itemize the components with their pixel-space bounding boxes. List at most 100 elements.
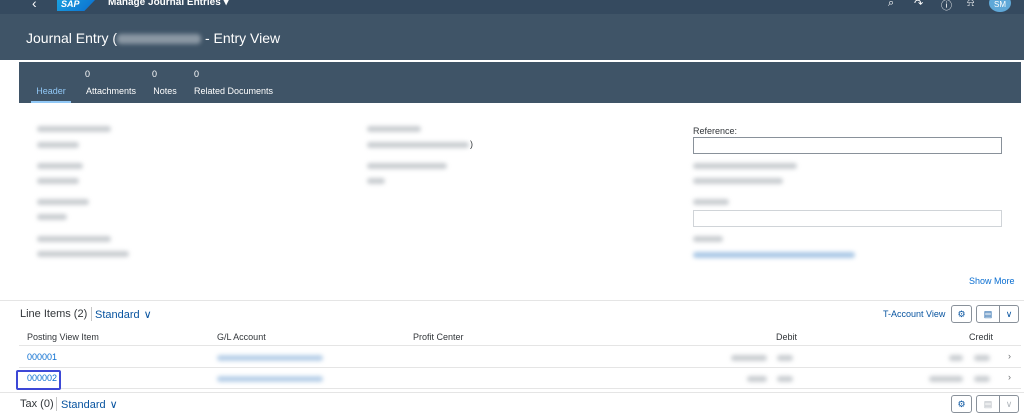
header-text-input[interactable] (693, 210, 1002, 227)
tab-label: Attachments (85, 86, 137, 96)
title-prefix: Journal Entry ( (26, 30, 118, 46)
divider (56, 397, 57, 411)
page-title: Journal Entry ( - Entry View (26, 30, 280, 46)
blurred-currency (974, 376, 990, 382)
tax-export-button[interactable]: ▤ (976, 395, 1000, 413)
tab-count: 0 (152, 69, 158, 79)
t-account-view-button[interactable]: T-Account View (883, 309, 945, 319)
sap-logo[interactable]: SAP (57, 0, 95, 11)
tax-settings-button[interactable]: ⚙ (951, 395, 972, 413)
tax-variant-selector[interactable]: Standard ∨ (61, 398, 118, 411)
line-items-table-header: Posting View Item G/L Account Profit Cen… (19, 329, 1021, 346)
blurred-value (37, 178, 79, 184)
tab-count: 0 (194, 69, 200, 79)
tab-label: Related Documents (194, 86, 274, 96)
blurred-credit (929, 376, 963, 382)
logo-text: SAP (61, 0, 80, 9)
blurred-value (37, 142, 79, 148)
tab-label: Header (36, 86, 66, 96)
chevron-down-icon: ▾ (223, 0, 229, 8)
variant-selector[interactable]: Standard ∨ (95, 308, 152, 321)
chevron-down-icon: ∨ (1005, 399, 1013, 409)
back-icon[interactable]: ‹ (32, 0, 37, 11)
column-header[interactable]: G/L Account (217, 332, 266, 342)
tax-title: Tax (0) (20, 398, 54, 410)
variant-label: Standard (61, 399, 106, 411)
blurred-currency (777, 355, 793, 361)
tab-attachments[interactable]: 0 Attachments (85, 62, 137, 103)
export-icon: ▤ (983, 399, 993, 409)
tax-export-menu-button[interactable]: ∨ (999, 395, 1019, 413)
blurred-debit (731, 355, 767, 361)
shell-bar: ‹ SAP Manage Journal Entries ▾ ⌕ ↷ ⓘ ⍾ S… (0, 0, 1024, 14)
chevron-down-icon: ∨ (143, 309, 152, 321)
blurred-label (37, 199, 89, 205)
table-row[interactable]: 000002 › (19, 368, 1021, 389)
gear-icon: ⚙ (957, 309, 966, 319)
gear-icon: ⚙ (957, 399, 966, 409)
blurred-label (367, 126, 421, 132)
export-button[interactable]: ▤ (976, 305, 1000, 323)
chevron-down-icon: ∨ (109, 399, 118, 411)
tab-header[interactable]: Header (31, 62, 71, 103)
redacted-document-number (117, 34, 202, 45)
search-icon[interactable]: ⌕ (888, 0, 894, 10)
focus-highlight (16, 370, 61, 390)
blurred-gl-account[interactable] (217, 376, 323, 382)
blurred-currency (974, 355, 990, 361)
blurred-label (693, 199, 729, 205)
tax-toolbar: Tax (0) Standard ∨ ⚙ ▤ ∨ (0, 392, 1024, 414)
tab-label: Notes (153, 86, 177, 96)
blurred-value (367, 142, 469, 148)
blurred-debit (747, 376, 767, 382)
blurred-label (693, 163, 797, 169)
variant-label: Standard (95, 309, 140, 321)
blurred-credit (949, 355, 963, 361)
line-items-toolbar: Line Items (2) Standard ∨ T-Account View … (0, 300, 1024, 326)
column-header[interactable]: Credit (969, 332, 993, 342)
tab-count: 0 (85, 69, 91, 79)
header-section: ) Reference: Show More (19, 103, 1021, 296)
column-header[interactable]: Posting View Item (27, 332, 99, 342)
export-icon: ▤ (983, 309, 993, 319)
blurred-label (37, 163, 83, 169)
posting-view-item-link[interactable]: 000001 (27, 352, 57, 362)
export-menu-button[interactable]: ∨ (999, 305, 1019, 323)
paren-close: ) (470, 139, 473, 149)
show-more-link[interactable]: Show More (969, 276, 1015, 286)
blurred-label (367, 163, 447, 169)
reference-label: Reference: (693, 126, 738, 136)
row-navigation-icon[interactable]: › (1008, 372, 1011, 382)
bell-icon[interactable]: ⍾ (967, 0, 974, 10)
tab-bar: Header 0 Attachments 0 Notes 0 Related D… (19, 62, 1021, 103)
table-row[interactable]: 000001 › (19, 347, 1021, 368)
title-suffix: - Entry View (204, 30, 281, 46)
app-title: Manage Journal Entries (108, 0, 221, 8)
chevron-down-icon: ∨ (1005, 309, 1013, 319)
info-icon[interactable]: ⓘ (941, 0, 952, 13)
column-header[interactable]: Debit (776, 332, 797, 342)
row-navigation-icon[interactable]: › (1008, 351, 1011, 361)
avatar[interactable]: SM (989, 0, 1011, 12)
blurred-value (37, 214, 67, 220)
divider (91, 307, 92, 321)
line-items-title: Line Items (2) (20, 308, 88, 320)
object-header: Journal Entry ( - Entry View (0, 14, 1024, 60)
blurred-created-by-link[interactable] (693, 252, 855, 258)
help-assistant-icon[interactable]: ↷ (914, 0, 923, 10)
tab-notes[interactable]: 0 Notes (152, 62, 178, 103)
column-header[interactable]: Profit Center (413, 332, 464, 342)
tab-related-documents[interactable]: 0 Related Documents (194, 62, 274, 103)
app-title-menu[interactable]: Manage Journal Entries ▾ (108, 0, 229, 8)
blurred-label (37, 126, 111, 132)
blurred-gl-account[interactable] (217, 355, 323, 361)
blurred-value (37, 251, 129, 257)
tab-count (31, 62, 71, 76)
settings-button[interactable]: ⚙ (951, 305, 972, 323)
reference-input[interactable] (693, 137, 1002, 154)
blurred-label (693, 236, 723, 242)
blurred-value (367, 178, 385, 184)
blurred-label (37, 236, 111, 242)
blurred-value (693, 178, 783, 184)
blurred-currency (777, 376, 793, 382)
